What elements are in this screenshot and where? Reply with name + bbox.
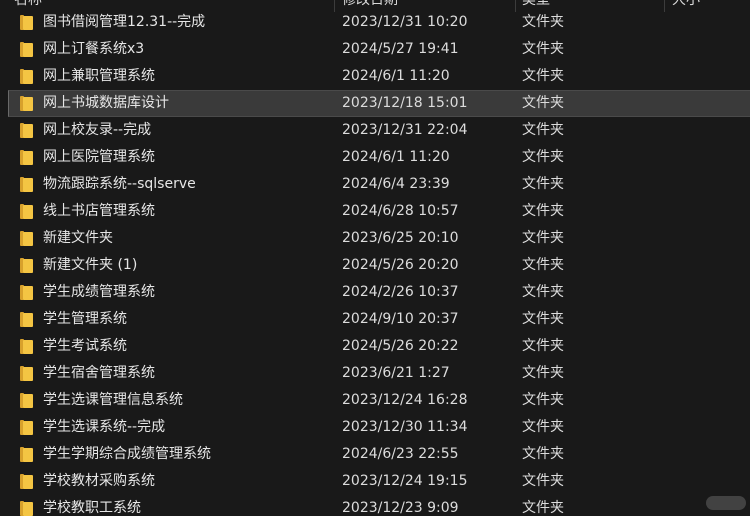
- file-date-modified: 2023/12/18 15:01: [342, 95, 468, 111]
- folder-icon: [20, 393, 34, 408]
- folder-icon: [20, 69, 34, 84]
- file-type: 文件夹: [522, 95, 564, 111]
- folder-icon: [20, 177, 34, 192]
- file-date-modified: 2023/12/30 11:34: [342, 419, 468, 435]
- file-type: 文件夹: [522, 446, 564, 462]
- file-date-modified: 2024/6/23 22:55: [342, 446, 459, 462]
- file-row[interactable]: 图书借阅管理12.31--完成 2023/12/31 10:20 文件夹: [0, 9, 750, 36]
- file-row[interactable]: 网上兼职管理系统 2024/6/1 11:20 文件夹: [0, 63, 750, 90]
- folder-icon: [20, 258, 34, 273]
- folder-icon: [20, 96, 34, 111]
- file-type: 文件夹: [522, 419, 564, 435]
- file-type: 文件夹: [522, 41, 564, 57]
- file-type: 文件夹: [522, 392, 564, 408]
- file-row[interactable]: 学生学期综合成绩管理系统 2024/6/23 22:55 文件夹: [0, 441, 750, 468]
- file-explorer: 名称 修改日期 类型 大小 图书借阅管理12.31--完成 2023/12/31 …: [0, 0, 750, 516]
- file-date-modified: 2023/6/25 20:10: [342, 230, 459, 246]
- file-name[interactable]: 学生选课管理信息系统: [43, 387, 183, 414]
- file-name[interactable]: 新建文件夹: [43, 225, 113, 252]
- file-type: 文件夹: [522, 311, 564, 327]
- file-name[interactable]: 网上医院管理系统: [43, 144, 155, 171]
- file-type: 文件夹: [522, 500, 564, 516]
- file-name[interactable]: 网上兼职管理系统: [43, 63, 155, 90]
- folder-icon: [20, 339, 34, 354]
- folder-icon: [20, 447, 34, 462]
- folder-icon: [20, 474, 34, 489]
- file-row[interactable]: 学校教材采购系统 2023/12/24 19:15 文件夹: [0, 468, 750, 495]
- file-row[interactable]: 网上订餐系统x3 2024/5/27 19:41 文件夹: [0, 36, 750, 63]
- file-date-modified: 2024/2/26 10:37: [342, 284, 459, 300]
- file-row[interactable]: 学生成绩管理系统 2024/2/26 10:37 文件夹: [0, 279, 750, 306]
- file-date-modified: 2024/6/1 11:20: [342, 149, 450, 165]
- file-date-modified: 2023/12/31 10:20: [342, 14, 468, 30]
- file-date-modified: 2023/6/21 1:27: [342, 365, 450, 381]
- file-name[interactable]: 网上书城数据库设计: [43, 90, 169, 117]
- file-type: 文件夹: [522, 203, 564, 219]
- folder-icon: [20, 42, 34, 57]
- folder-icon: [20, 312, 34, 327]
- file-date-modified: 2024/6/28 10:57: [342, 203, 459, 219]
- file-name[interactable]: 图书借阅管理12.31--完成: [43, 9, 205, 36]
- file-name[interactable]: 网上校友录--完成: [43, 117, 151, 144]
- folder-icon: [20, 231, 34, 246]
- folder-icon: [20, 501, 34, 516]
- file-date-modified: 2023/12/23 9:09: [342, 500, 459, 516]
- file-type: 文件夹: [522, 365, 564, 381]
- file-type: 文件夹: [522, 68, 564, 84]
- file-type: 文件夹: [522, 14, 564, 30]
- watermark-badge: [706, 496, 746, 510]
- folder-icon: [20, 366, 34, 381]
- file-name[interactable]: 学生管理系统: [43, 306, 127, 333]
- file-date-modified: 2023/12/31 22:04: [342, 122, 468, 138]
- file-row[interactable]: 线上书店管理系统 2024/6/28 10:57 文件夹: [0, 198, 750, 225]
- folder-icon: [20, 15, 34, 30]
- file-name[interactable]: 学生考试系统: [43, 333, 127, 360]
- file-type: 文件夹: [522, 284, 564, 300]
- file-list: 图书借阅管理12.31--完成 2023/12/31 10:20 文件夹 网上订餐系统…: [0, 9, 750, 516]
- file-row[interactable]: 网上医院管理系统 2024/6/1 11:20 文件夹: [0, 144, 750, 171]
- file-name[interactable]: 学校教材采购系统: [43, 468, 155, 495]
- file-name[interactable]: 学生宿舍管理系统: [43, 360, 155, 387]
- file-row[interactable]: 学校教职工系统 2023/12/23 9:09 文件夹: [0, 495, 750, 516]
- file-date-modified: 2023/12/24 19:15: [342, 473, 468, 489]
- file-row[interactable]: 新建文件夹 2023/6/25 20:10 文件夹: [0, 225, 750, 252]
- folder-icon: [20, 150, 34, 165]
- file-row[interactable]: 学生宿舍管理系统 2023/6/21 1:27 文件夹: [0, 360, 750, 387]
- file-row[interactable]: 网上校友录--完成 2023/12/31 22:04 文件夹: [0, 117, 750, 144]
- file-name[interactable]: 新建文件夹 (1): [43, 252, 137, 279]
- file-type: 文件夹: [522, 230, 564, 246]
- file-date-modified: 2024/5/27 19:41: [342, 41, 459, 57]
- file-date-modified: 2024/6/4 23:39: [342, 176, 450, 192]
- file-date-modified: 2023/12/24 16:28: [342, 392, 468, 408]
- file-type: 文件夹: [522, 176, 564, 192]
- file-date-modified: 2024/6/1 11:20: [342, 68, 450, 84]
- file-row[interactable]: 学生选课系统--完成 2023/12/30 11:34 文件夹: [0, 414, 750, 441]
- file-type: 文件夹: [522, 257, 564, 273]
- file-type: 文件夹: [522, 149, 564, 165]
- file-row[interactable]: 新建文件夹 (1) 2024/5/26 20:20 文件夹: [0, 252, 750, 279]
- folder-icon: [20, 420, 34, 435]
- file-name[interactable]: 线上书店管理系统: [43, 198, 155, 225]
- file-row[interactable]: 学生考试系统 2024/5/26 20:22 文件夹: [0, 333, 750, 360]
- file-type: 文件夹: [522, 473, 564, 489]
- folder-icon: [20, 204, 34, 219]
- file-name[interactable]: 学生学期综合成绩管理系统: [43, 441, 211, 468]
- file-date-modified: 2024/9/10 20:37: [342, 311, 459, 327]
- file-name[interactable]: 物流跟踪系统--sqlserve: [43, 171, 196, 198]
- file-name[interactable]: 学生选课系统--完成: [43, 414, 165, 441]
- file-row[interactable]: 网上书城数据库设计 2023/12/18 15:01 文件夹: [0, 90, 750, 117]
- file-name[interactable]: 网上订餐系统x3: [43, 36, 144, 63]
- file-row[interactable]: 学生选课管理信息系统 2023/12/24 16:28 文件夹: [0, 387, 750, 414]
- file-row[interactable]: 学生管理系统 2024/9/10 20:37 文件夹: [0, 306, 750, 333]
- folder-icon: [20, 123, 34, 138]
- file-date-modified: 2024/5/26 20:22: [342, 338, 459, 354]
- file-row[interactable]: 物流跟踪系统--sqlserve 2024/6/4 23:39 文件夹: [0, 171, 750, 198]
- file-date-modified: 2024/5/26 20:20: [342, 257, 459, 273]
- file-name[interactable]: 学生成绩管理系统: [43, 279, 155, 306]
- folder-icon: [20, 285, 34, 300]
- file-type: 文件夹: [522, 338, 564, 354]
- file-type: 文件夹: [522, 122, 564, 138]
- file-name[interactable]: 学校教职工系统: [43, 495, 141, 516]
